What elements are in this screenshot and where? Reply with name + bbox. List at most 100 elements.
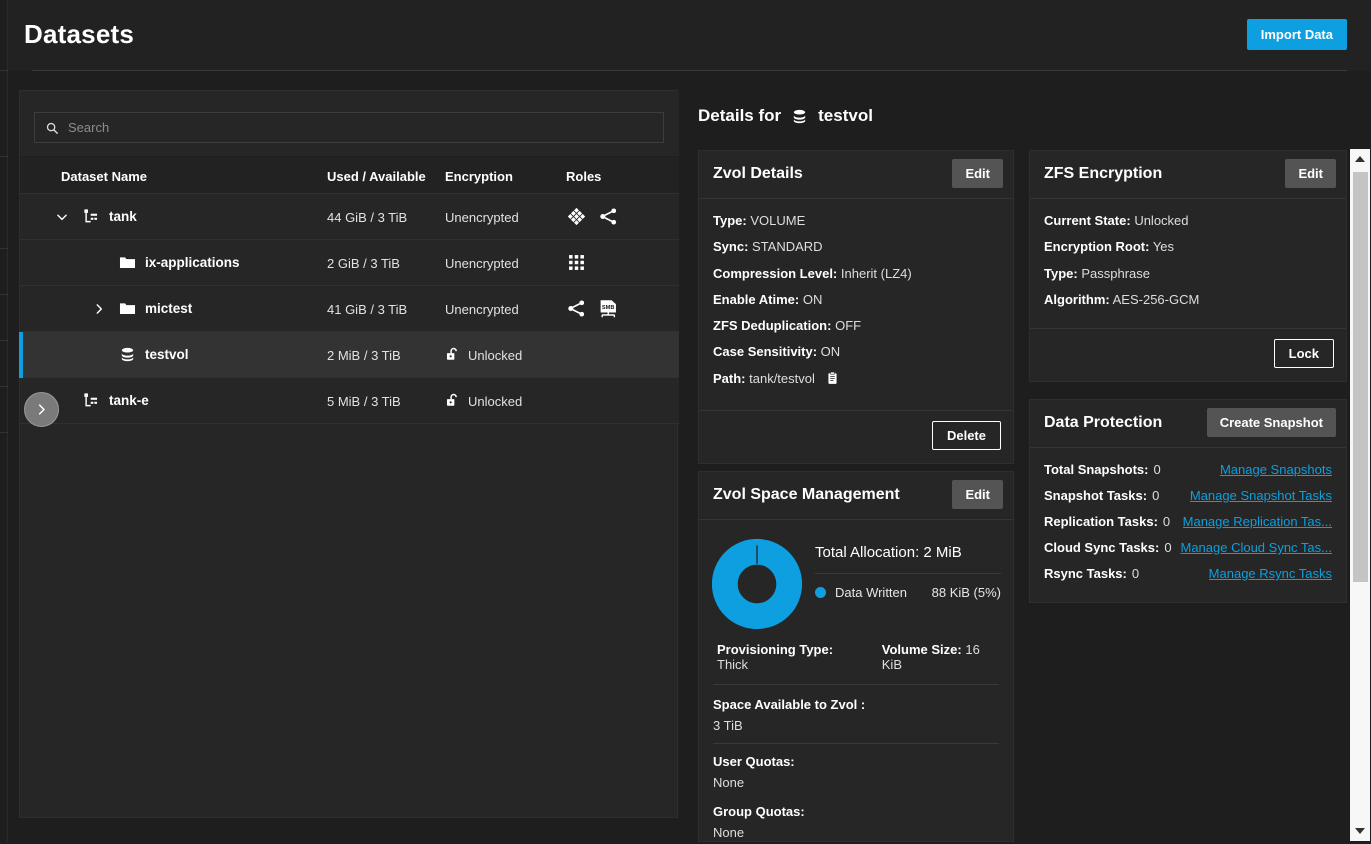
page-header: Datasets Import Data [8,0,1371,71]
zvol-details-field-value: VOLUME [750,213,806,228]
data-protection-count: 0 [1131,566,1140,581]
dataset-name-label: ix-applications [145,255,240,270]
user-quotas-block: User Quotas: None [699,744,1013,794]
user-quotas-value: None [713,775,745,790]
space-available-label: Space Available to Zvol : [713,697,866,712]
zfs-encryption-edit-button[interactable]: Edit [1285,159,1336,188]
copy-icon [827,371,837,384]
legend-label: Data Written [835,585,908,600]
lock-button[interactable]: Lock [1273,339,1334,368]
unlocked-icon [446,393,457,406]
scrollbar-thumb[interactable] [1353,172,1368,582]
zvol-details-field-label: ZFS Deduplication: [713,318,832,333]
dataset-row-ix-applications[interactable]: ix-applications 2 GiB / 3 TiB Unencrypted [20,240,679,286]
page-title: Datasets [24,19,134,49]
tree-header-row: Dataset Name Used / Available Encryption… [20,157,679,194]
legend-color-swatch [815,587,826,598]
share-icon[interactable] [566,298,587,319]
roles-cell [566,206,619,227]
zfs-encryption-title: ZFS Encryption [1044,165,1163,182]
zvol-details-field-list: Type: VOLUME Sync: STANDARD Compression Le… [699,199,1013,410]
zvol-details-field-label: Path: [713,370,746,386]
search-area [20,91,679,157]
zvol-details-field-value: STANDARD [752,239,823,255]
data-protection-card: Data Protection Create Snapshot Total Sn… [1029,399,1347,603]
data-protection-label: Cloud Sync Tasks: [1044,540,1160,555]
unlocked-icon [445,346,462,363]
smb-share-icon[interactable]: SMB [598,298,619,319]
zvol-details-field-label: Type: [713,213,747,228]
zvol-icon [118,345,137,364]
search-box[interactable] [34,112,664,143]
encryption-status: Unencrypted [445,302,519,317]
zvol-space-edit-button[interactable]: Edit [952,480,1003,509]
data-protection-link[interactable]: Manage Snapshot Tasks [1190,488,1332,503]
copy-icon[interactable] [825,371,840,390]
unlocked-icon [445,392,462,409]
used-available-value: 44 GiB / 3 TiB [327,210,408,225]
zvol-details-card: Zvol Details Edit Type: VOLUME Sync: STAN… [698,150,1014,464]
create-snapshot-button[interactable]: Create Snapshot [1206,408,1336,437]
left-gutter-rail [0,0,8,842]
zvol-details-edit-button[interactable]: Edit [952,159,1003,188]
import-data-button[interactable]: Import Data [1246,19,1347,50]
data-protection-row: Rsync Tasks: 0 Manage Rsync Tasks [1044,566,1332,581]
delete-button[interactable]: Delete [931,420,1001,450]
total-allocation-row: Total Allocation: 2 MiB [815,530,1001,573]
zvol-details-field-row: Case Sensitivity: ON [713,344,999,360]
share-icon[interactable] [598,206,619,227]
used-available-value: 41 GiB / 3 TiB [327,302,408,317]
zvol-details-field-value: ON [802,291,823,307]
encryption-status-label: Unlocked [468,348,523,363]
zvol-space-legend: Total Allocation: 2 MiB Data Written 88 … [803,530,1001,606]
group-quotas-label: Group Quotas: [713,804,805,819]
data-protection-link[interactable]: Manage Snapshots [1220,462,1332,477]
folder-icon [119,257,136,269]
encryption-status-label: Unlocked [468,394,523,409]
scrollbar-up-arrow[interactable] [1350,149,1370,169]
zvol-details-field-label: Compression Level: [713,265,838,281]
zfs-encryption-card-header: ZFS Encryption Edit [1030,151,1346,199]
search-input[interactable] [68,120,653,135]
zvol-details-field-value: Inherit (LZ4) [840,265,912,281]
roles-cell [566,252,587,273]
zvol-icon [793,109,806,123]
zvol-space-title: Zvol Space Management [713,486,900,503]
selected-row-indicator [19,332,23,378]
row-expand-toggle[interactable] [92,302,106,316]
volume-size-label: Volume Size: [881,642,962,657]
zfs-encryption-field-value: Unlocked [1134,213,1189,228]
dataset-row-tank-e[interactable]: tank-e 5 MiB / 3 TiB Unlocked [20,378,679,424]
space-available-value: 3 TiB [713,718,743,733]
data-protection-count: 0 [1162,514,1171,529]
dataset-tree-panel: Dataset Name Used / Available Encryption… [19,90,679,818]
page-scrollbar[interactable] [1349,148,1371,842]
dataset-row-tank[interactable]: tank 44 GiB / 3 TiB Unencrypted [20,194,679,240]
share-icon [568,300,585,317]
total-allocation-label: Total Allocation: [815,544,920,561]
used-available-value: 2 GiB / 3 TiB [327,256,400,271]
zvol-icon [121,347,134,362]
zvol-space-card-header: Zvol Space Management Edit [699,472,1013,520]
unlocked-icon [446,347,457,360]
zvol-details-field-value: ON [820,344,841,360]
dataset-row-mictest[interactable]: mictest 41 GiB / 3 TiB Unencrypted SMB [20,286,679,332]
data-protection-link[interactable]: Manage Cloud Sync Tas... [1180,540,1332,555]
data-protection-link[interactable]: Manage Rsync Tasks [1209,566,1332,581]
data-protection-link[interactable]: Manage Replication Tas... [1183,514,1332,529]
data-protection-row: Replication Tasks: 0 Manage Replication Ta… [1044,514,1332,529]
data-protection-count: 0 [1152,488,1160,503]
expand-tree-button[interactable] [24,392,59,427]
data-protection-row: Cloud Sync Tasks: 0 Manage Cloud Sync Tas.… [1044,540,1332,555]
zfs-encryption-field-label: Type: [1044,265,1078,281]
apps-grid-icon[interactable] [566,252,587,273]
chevron-down-icon [57,214,67,221]
data-protection-row: Snapshot Tasks: 0 Manage Snapshot Tasks [1044,488,1332,503]
row-expand-toggle[interactable] [55,210,69,224]
zvol-details-field-row: Sync: STANDARD [713,239,999,255]
group-quotas-value: None [713,825,745,840]
blocks-icon[interactable] [566,206,587,227]
dataset-row-testvol[interactable]: testvol 2 MiB / 3 TiB Unlocked [19,332,679,378]
scrollbar-down-arrow[interactable] [1350,821,1370,841]
dataset-tree-list: tank 44 GiB / 3 TiB Unencrypted ix-applicat… [19,194,679,817]
